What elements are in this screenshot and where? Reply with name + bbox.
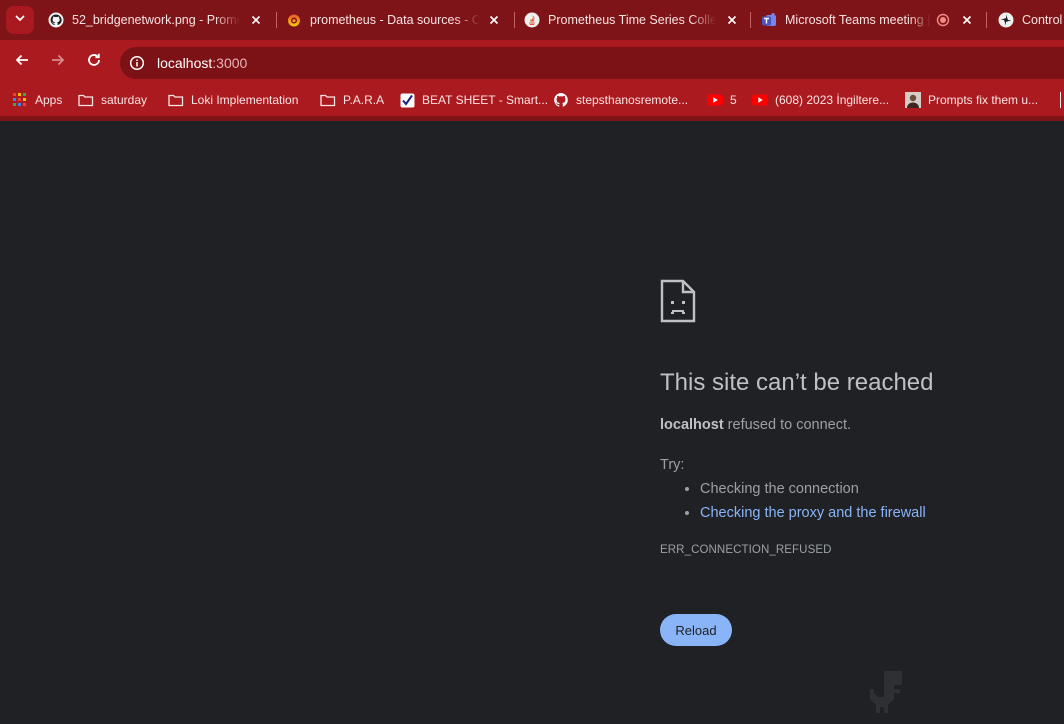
tab-teams[interactable]: Microsoft Teams meeting | Microsoft xyxy=(761,4,987,36)
reload-toolbar-button[interactable] xyxy=(80,48,108,76)
bookmarks-overflow-edge xyxy=(1060,92,1064,108)
close-icon[interactable] xyxy=(248,12,264,28)
reload-button[interactable]: Reload xyxy=(660,614,732,646)
suggestion-text: Checking the connection xyxy=(700,481,859,497)
tab-strip: 52_bridgenetwork.png - Prometheus promet… xyxy=(0,0,1064,40)
control-icon xyxy=(998,12,1014,28)
folder-icon xyxy=(168,92,184,108)
github-icon xyxy=(48,12,64,28)
url-text[interactable]: localhost:3000 xyxy=(157,55,247,71)
github-icon xyxy=(553,92,569,108)
url-port: :3000 xyxy=(212,55,248,71)
teams-icon xyxy=(761,12,777,28)
arrow-left-icon xyxy=(14,52,30,73)
bookmark-folder-saturday[interactable]: saturday xyxy=(78,90,147,110)
tab-title: 52_bridgenetwork.png - Prometheus xyxy=(72,13,240,27)
tab-control[interactable]: Control xyxy=(998,4,1064,36)
suggestions-list: Checking the connection Checking the pro… xyxy=(700,480,926,528)
folder-icon xyxy=(320,92,336,108)
try-label: Try: xyxy=(660,457,685,473)
bookmark-label: BEAT SHEET - Smart... xyxy=(422,93,549,107)
bookmark-label: P.A.R.A xyxy=(343,93,385,107)
tab-separator xyxy=(986,12,987,28)
checkmark-icon xyxy=(399,92,415,108)
prometheus-icon xyxy=(524,12,540,28)
error-summary: localhost refused to connect. xyxy=(660,417,851,433)
chevron-down-icon xyxy=(14,11,26,29)
recording-icon xyxy=(935,12,951,28)
tab-title: prometheus - Data sources - Connections xyxy=(310,13,480,27)
error-heading: This site can’t be reached xyxy=(660,369,934,396)
close-icon[interactable] xyxy=(724,12,740,28)
toolbar: localhost:3000 xyxy=(0,40,1064,84)
refresh-icon xyxy=(86,52,102,73)
error-page: This site can’t be reached localhost ref… xyxy=(0,121,1064,723)
bookmark-label: Loki Implementation xyxy=(191,93,299,107)
arrow-right-icon xyxy=(50,52,66,73)
folder-icon xyxy=(78,92,94,108)
forward-button[interactable] xyxy=(44,48,72,76)
bookmark-label: Apps xyxy=(35,93,63,107)
tab-search-button[interactable] xyxy=(6,6,34,34)
bookmark-youtube-608[interactable]: (608) 2023 İngiltere... xyxy=(752,90,889,110)
bookmark-prompts[interactable]: Prompts fix them u... xyxy=(905,90,1038,110)
apps-grid-icon xyxy=(12,92,28,108)
tab-github[interactable]: 52_bridgenetwork.png - Prometheus xyxy=(48,4,274,36)
suggestion-connection: Checking the connection xyxy=(700,480,926,504)
tab-title: Microsoft Teams meeting | Microsoft xyxy=(785,13,931,27)
error-summary-text: refused to connect. xyxy=(723,417,852,433)
error-code: ERR_CONNECTION_REFUSED xyxy=(660,544,832,556)
bookmark-label: saturday xyxy=(101,93,148,107)
back-button[interactable] xyxy=(8,48,36,76)
error-host: localhost xyxy=(660,417,724,433)
bookmark-folder-para[interactable]: P.A.R.A xyxy=(320,90,384,110)
bookmark-label: Prompts fix them u... xyxy=(928,93,1039,107)
bookmark-label: stepsthanosremote... xyxy=(576,93,689,107)
bookmark-youtube-5[interactable]: 5 xyxy=(707,90,737,110)
proxy-firewall-link[interactable]: Checking the proxy and the firewall xyxy=(700,505,926,521)
bookmark-label: 5 xyxy=(730,93,737,107)
avatar-icon xyxy=(905,92,921,108)
tab-separator xyxy=(750,12,751,28)
grafana-icon xyxy=(286,12,302,28)
bookmark-github[interactable]: stepsthanosremote... xyxy=(553,90,688,110)
bookmark-apps[interactable]: Apps xyxy=(12,90,62,110)
address-bar[interactable]: localhost:3000 xyxy=(120,47,1064,79)
info-icon[interactable] xyxy=(125,51,149,75)
youtube-icon xyxy=(752,92,768,108)
tab-title: Prometheus Time Series Collection xyxy=(548,13,716,27)
bookmark-folder-loki[interactable]: Loki Implementation xyxy=(168,90,298,110)
bookmark-beat-sheet[interactable]: BEAT SHEET - Smart... xyxy=(399,90,548,110)
close-icon[interactable] xyxy=(486,12,502,28)
tab-title: Control xyxy=(1022,13,1063,27)
sad-file-icon xyxy=(660,279,696,328)
dino-icon xyxy=(860,669,906,724)
bookmarks-bar: Apps saturday Loki Implementation P.A.R.… xyxy=(0,84,1064,116)
url-host: localhost xyxy=(157,55,213,71)
bookmark-label: (608) 2023 İngiltere... xyxy=(775,93,890,107)
tab-separator xyxy=(514,12,515,28)
close-icon[interactable] xyxy=(959,12,975,28)
youtube-icon xyxy=(707,92,723,108)
suggestion-proxy-firewall[interactable]: Checking the proxy and the firewall xyxy=(700,504,926,528)
tab-prometheus[interactable]: Prometheus Time Series Collection xyxy=(524,4,750,36)
tab-grafana[interactable]: prometheus - Data sources - Connections xyxy=(286,4,512,36)
tab-separator xyxy=(276,12,277,28)
